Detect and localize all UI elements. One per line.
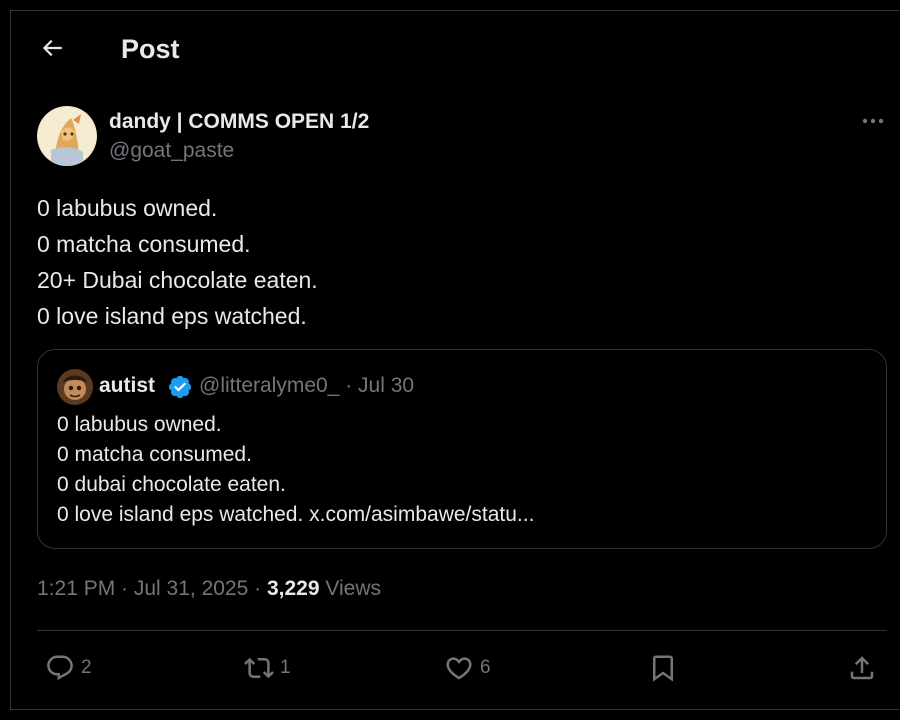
action-bar: 2 1 6 <box>0 648 900 688</box>
tweet-text: 0 labubus owned. 0 matcha consumed. 20+ … <box>37 190 318 334</box>
like-count: 6 <box>480 657 491 678</box>
share-button[interactable] <box>847 648 877 688</box>
tweet-line: 0 labubus owned. <box>37 195 218 221</box>
quoted-line: 0 labubus owned. <box>57 413 222 436</box>
like-button[interactable]: 6 <box>444 648 491 688</box>
quoted-line: 0 love island eps watched. x.com/asimbaw… <box>57 503 535 526</box>
views-label: Views <box>319 577 382 600</box>
verified-badge-icon <box>167 374 193 400</box>
quoted-post-card[interactable]: autist @litteralyme0_ · Jul 30 0 labubus… <box>37 349 887 549</box>
tweet-line: 20+ Dubai chocolate eaten. <box>37 267 318 293</box>
author-avatar[interactable] <box>37 106 97 166</box>
reply-button[interactable]: 2 <box>45 648 92 688</box>
timestamp[interactable]: 1:21 PM · Jul 31, 2025 · <box>37 577 267 600</box>
bookmark-button[interactable] <box>648 648 678 688</box>
share-icon <box>850 656 874 680</box>
repost-count: 1 <box>280 657 291 678</box>
quoted-text: 0 labubus owned. 0 matcha consumed. 0 du… <box>57 410 534 530</box>
page-title: Post <box>121 34 180 64</box>
bookmark-icon <box>653 655 673 682</box>
tweet-line: 0 matcha consumed. <box>37 231 251 257</box>
quoted-avatar-image <box>57 369 93 405</box>
arrow-left-icon <box>42 39 62 57</box>
back-button[interactable] <box>36 32 68 64</box>
heart-icon <box>446 657 472 680</box>
views-count: 3,229 <box>266 577 320 600</box>
author-handle[interactable]: @goat_paste <box>109 138 234 164</box>
repost-button[interactable]: 1 <box>244 648 291 688</box>
more-dots-icon <box>862 118 884 124</box>
quoted-author-name: autist <box>99 374 156 397</box>
author-name[interactable]: dandy | COMMS OPEN 1/2 <box>109 109 369 135</box>
post-metadata: 1:21 PM · Jul 31, 2025 · 3,229 Views <box>37 576 381 602</box>
tweet-line: 0 love island eps watched. <box>37 303 307 329</box>
more-options-button[interactable] <box>858 110 888 132</box>
header: Post <box>0 0 900 80</box>
quoted-line: 0 dubai chocolate eaten. <box>57 473 286 496</box>
reply-icon <box>47 655 73 681</box>
quoted-handle-date: @litteralyme0_ · Jul 30 <box>199 374 415 397</box>
quoted-line: 0 matcha consumed. <box>57 443 252 466</box>
quoted-author-avatar <box>57 369 93 405</box>
repost-icon <box>244 657 274 679</box>
avatar-image <box>37 106 97 166</box>
reply-count: 2 <box>81 657 92 678</box>
divider <box>37 630 887 631</box>
